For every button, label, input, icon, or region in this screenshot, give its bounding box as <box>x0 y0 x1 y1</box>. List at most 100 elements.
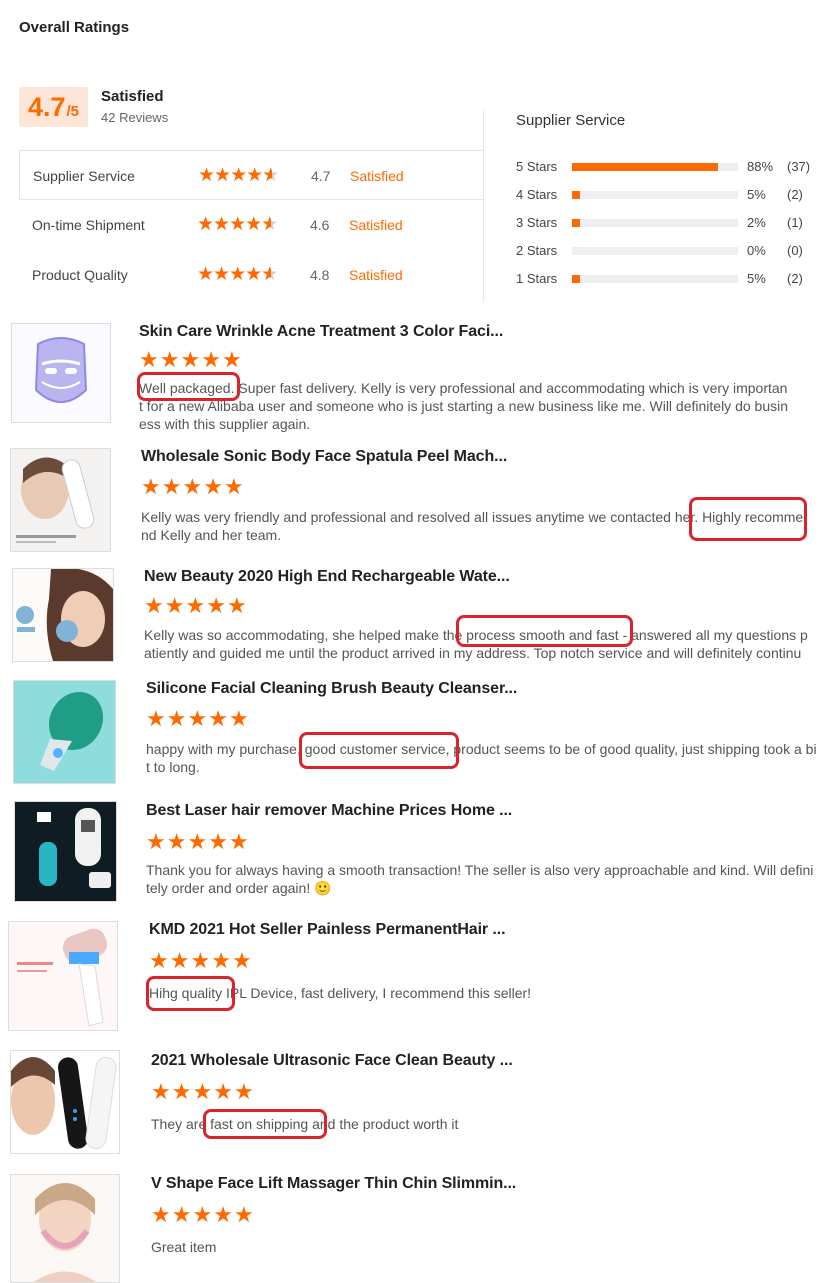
distribution-bar-fill <box>572 191 581 199</box>
star-icon: ★ <box>161 474 182 499</box>
distribution-bar <box>572 219 738 227</box>
review-text: Great item <box>151 1239 217 1255</box>
star-icon: ★ <box>221 347 242 372</box>
star-icon: ★ <box>141 474 161 499</box>
review-stars: ★ ★ ★ ★ ★ <box>151 1081 255 1103</box>
distribution-label: 4 Stars <box>516 187 558 202</box>
review-product-title[interactable]: Wholesale Sonic Body Face Spatula Peel M… <box>141 448 507 466</box>
star-half-icon: ★ <box>261 215 278 234</box>
star-icon: ★ <box>187 829 208 854</box>
star-icon: ★ <box>164 593 185 618</box>
star-icon: ★ <box>190 948 211 973</box>
star-icon: ★ <box>229 214 247 235</box>
review-product-title[interactable]: Skin Care Wrinkle Acne Treatment 3 Color… <box>139 323 503 341</box>
star-icon: ★ <box>139 347 159 372</box>
star-icon: ★ <box>233 1079 254 1104</box>
star-icon: ★ <box>213 214 231 235</box>
metric-row-product-quality[interactable]: Product Quality ★★★★★ 4.8 Satisfied <box>19 250 484 300</box>
star-icon: ★ <box>208 829 228 854</box>
review-stars: ★ ★ ★ ★ ★ <box>149 950 253 972</box>
section-divider <box>483 110 484 302</box>
metric-status: Satisfied <box>350 168 404 184</box>
metric-row-on-time-shipment[interactable]: On-time Shipment ★★★★★ 4.6 Satisfied <box>19 200 484 250</box>
star-icon: ★ <box>146 829 166 854</box>
highlight-box <box>689 497 807 541</box>
overall-satisfaction-label: Satisfied <box>101 88 164 105</box>
star-icon: ★ <box>166 706 187 731</box>
review-product-title[interactable]: Silicone Facial Cleaning Brush Beauty Cl… <box>146 680 517 698</box>
distribution-row[interactable]: 1 Stars 5% (2) <box>516 269 816 289</box>
overall-score-denominator: /5 <box>66 103 80 120</box>
star-icon: ★ <box>180 347 201 372</box>
distribution-title: Supplier Service <box>516 112 626 129</box>
product-thumbnail-ultrasonic-scrubber[interactable] <box>10 1050 120 1154</box>
distribution-row[interactable]: 4 Stars 5% (2) <box>516 185 816 205</box>
review-product-title[interactable]: New Beauty 2020 High End Rechargeable Wa… <box>144 568 510 586</box>
star-icon: ★ <box>245 214 263 235</box>
distribution-percent: 0% <box>747 243 766 258</box>
product-thumbnail-cleansing-brush[interactable] <box>13 680 116 784</box>
star-icon: ★ <box>198 165 216 186</box>
distribution-percent: 88% <box>747 159 774 174</box>
star-icon: ★ <box>213 1202 233 1227</box>
product-thumbnail-led-mask[interactable] <box>11 323 111 423</box>
star-icon: ★ <box>171 1079 192 1104</box>
distribution-row[interactable]: 2 Stars 0% (0) <box>516 241 816 261</box>
metric-name: On-time Shipment <box>32 217 145 233</box>
star-icon: ★ <box>228 706 249 731</box>
metric-value: 4.8 <box>310 267 330 283</box>
review-text: Hihg quality IPL Device, fast delivery, … <box>149 985 532 1001</box>
star-icon: ★ <box>151 1079 171 1104</box>
star-icon: ★ <box>159 347 180 372</box>
review-stars: ★ ★ ★ ★ ★ <box>141 476 245 498</box>
star-icon: ★ <box>226 593 247 618</box>
metric-value: 4.7 <box>311 168 331 184</box>
product-thumbnail-ipl-device[interactable] <box>8 921 118 1031</box>
product-thumbnail-face-spatula[interactable] <box>10 448 111 552</box>
star-icon: ★ <box>166 829 187 854</box>
distribution-bar <box>572 247 738 255</box>
review-product-title[interactable]: 2021 Wholesale Ultrasonic Face Clean Bea… <box>151 1052 513 1070</box>
distribution-bar-fill <box>572 219 581 227</box>
star-icon: ★ <box>223 474 244 499</box>
star-icon: ★ <box>151 1202 171 1227</box>
distribution-label: 1 Stars <box>516 271 558 286</box>
distribution-count: (37) <box>787 159 811 174</box>
metric-value: 4.6 <box>310 217 330 233</box>
distribution-count: (1) <box>787 215 803 230</box>
star-icon: ★ <box>231 948 252 973</box>
review-product-title[interactable]: KMD 2021 Hot Seller Painless PermanentHa… <box>149 921 506 939</box>
review-stars: ★ ★ ★ ★ ★ <box>144 595 248 617</box>
star-icon: ★ <box>228 829 249 854</box>
product-thumbnail-v-shape-massager[interactable] <box>10 1174 120 1283</box>
review-product-title[interactable]: V Shape Face Lift Massager Thin Chin Sli… <box>151 1175 516 1193</box>
metric-stars: ★ ★ ★ ★ ★ <box>197 264 278 285</box>
star-icon: ★ <box>197 214 215 235</box>
product-thumbnail-face-brush-model[interactable] <box>12 568 114 662</box>
star-icon: ★ <box>214 165 232 186</box>
review-stars: ★ ★ ★ ★ ★ <box>151 1204 255 1226</box>
distribution-percent: 5% <box>747 187 766 202</box>
star-icon: ★ <box>144 593 164 618</box>
metric-name: Product Quality <box>32 267 128 283</box>
overall-score-badge: 4.7 /5 <box>19 87 88 127</box>
distribution-bar <box>572 191 738 199</box>
distribution-row[interactable]: 3 Stars 2% (1) <box>516 213 816 233</box>
distribution-bar <box>572 163 738 171</box>
star-icon: ★ <box>197 264 215 285</box>
distribution-count: (2) <box>787 271 803 286</box>
distribution-bar-fill <box>572 275 581 283</box>
rating-metrics: Supplier Service ★★★★★ 4.7 Satisfied On-… <box>19 150 484 302</box>
distribution-bar-fill <box>572 163 719 171</box>
metric-status: Satisfied <box>349 267 403 283</box>
star-icon: ★ <box>229 264 247 285</box>
review-stars: ★ ★ ★ ★ ★ <box>146 831 250 853</box>
star-icon: ★ <box>187 706 208 731</box>
distribution-row[interactable]: 5 Stars 88% (37) <box>516 157 816 177</box>
product-thumbnail-laser-hair-remover[interactable] <box>14 801 117 902</box>
highlight-box <box>299 732 459 769</box>
highlight-box <box>146 976 235 1011</box>
review-count[interactable]: 42 Reviews <box>101 110 168 125</box>
review-product-title[interactable]: Best Laser hair remover Machine Prices H… <box>146 802 512 820</box>
metric-row-supplier-service[interactable]: Supplier Service ★★★★★ 4.7 Satisfied <box>19 150 484 200</box>
